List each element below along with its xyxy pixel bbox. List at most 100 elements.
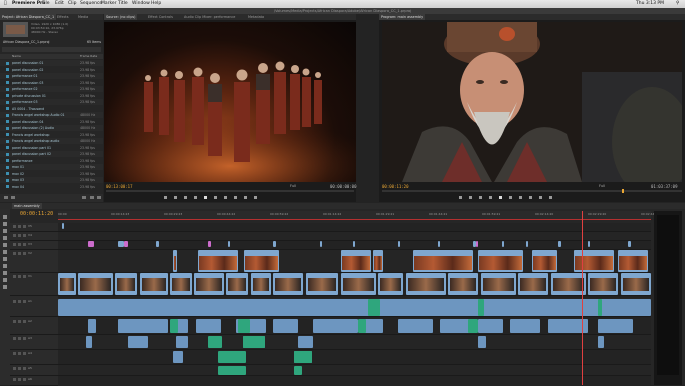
selection-tool-icon[interactable] (3, 215, 7, 219)
lock-icon[interactable] (18, 320, 21, 323)
adjustment-clip[interactable] (88, 241, 94, 247)
lock-icon[interactable] (18, 252, 21, 255)
toggle-output-icon[interactable] (13, 320, 16, 323)
project-item[interactable]: performance 01 23.98 fps (0, 73, 103, 80)
track-select-tool-icon[interactable] (3, 222, 7, 226)
audio-clip[interactable] (173, 351, 183, 363)
marker-clip[interactable] (398, 241, 400, 247)
project-item[interactable]: panel discussion part 02 23.98 fps (0, 151, 103, 158)
project-item[interactable]: performance 03 23.98 fps (0, 99, 103, 106)
project-item[interactable]: Francis angel workshop 23.98 fps (0, 132, 103, 138)
hand-tool-icon[interactable] (3, 278, 7, 282)
video-clip[interactable] (373, 250, 383, 272)
track-header[interactable]: A3 (10, 335, 58, 350)
go-to-in-icon[interactable] (184, 196, 187, 199)
work-area-bar[interactable] (58, 219, 651, 220)
audio-clip-alt[interactable] (218, 366, 246, 375)
audio-clip-highlight[interactable] (598, 299, 602, 316)
lock-icon[interactable] (18, 243, 21, 246)
lock-icon[interactable] (18, 275, 21, 278)
video-clip[interactable] (481, 273, 516, 295)
ripple-edit-tool-icon[interactable] (3, 229, 7, 233)
lock-icon[interactable] (18, 234, 21, 237)
audio-clip[interactable] (598, 336, 604, 348)
project-item[interactable]: panel discussion (2) Audio 48000 Hz (0, 125, 103, 132)
program-video-frame[interactable] (382, 22, 682, 182)
video-clip[interactable] (588, 273, 618, 295)
sync-icon[interactable] (23, 234, 26, 237)
audio-clip-alt[interactable] (294, 366, 302, 375)
source-video-frame[interactable] (104, 22, 356, 182)
track-header[interactable]: V5 (10, 223, 58, 232)
audio-clip[interactable] (478, 336, 486, 348)
step-forward-icon[interactable] (214, 196, 217, 199)
play-icon[interactable] (204, 196, 207, 199)
menu-clip[interactable]: Clip (68, 0, 77, 8)
marker-clip[interactable] (502, 241, 504, 247)
step-forward-icon[interactable] (509, 196, 512, 199)
tab-sequence[interactable]: main assembly (12, 203, 42, 209)
audio-clip[interactable] (176, 336, 188, 348)
video-clip[interactable] (306, 273, 338, 295)
mark-in-icon[interactable] (164, 196, 167, 199)
tab-effect-controls[interactable]: Effect Controls (146, 14, 175, 20)
rolling-edit-tool-icon[interactable] (3, 236, 7, 240)
tab-project[interactable]: Project: African Diaspora_CC_1 (0, 14, 57, 20)
mark-out-icon[interactable] (174, 196, 177, 199)
track-lane[interactable] (58, 223, 651, 232)
extract-icon[interactable] (539, 196, 542, 199)
export-frame-icon[interactable] (254, 196, 257, 199)
track-lane[interactable] (58, 232, 651, 241)
toggle-output-icon[interactable] (13, 243, 16, 246)
overwrite-icon[interactable] (244, 196, 247, 199)
sync-icon[interactable] (23, 225, 26, 228)
audio-clip-alt[interactable] (170, 319, 178, 333)
sync-icon[interactable] (23, 378, 26, 381)
program-playhead[interactable] (622, 189, 624, 193)
video-clip[interactable] (532, 250, 557, 272)
tab-audio-clip-mixer[interactable]: Audio Clip Mixer: performance (182, 14, 237, 20)
video-clip[interactable] (618, 250, 648, 272)
marker-clip[interactable] (526, 241, 528, 247)
tab-source[interactable]: Source: (no clips) (104, 14, 138, 20)
track-header[interactable]: A4 (10, 350, 58, 365)
mark-in-icon[interactable] (459, 196, 462, 199)
go-to-out-icon[interactable] (224, 196, 227, 199)
project-item[interactable]: panel discussion 04 23.98 fps (0, 119, 103, 125)
audio-clip-alt[interactable] (218, 351, 246, 363)
tab-program[interactable]: Program: main assembly (379, 14, 426, 20)
timeline-playhead[interactable] (582, 211, 583, 385)
sync-icon[interactable] (23, 337, 26, 340)
source-scrub-bar[interactable] (106, 190, 354, 192)
marker-clip[interactable] (588, 241, 590, 247)
marker-clip[interactable] (353, 241, 355, 247)
menu-marker[interactable]: Marker (101, 0, 117, 8)
video-clip[interactable] (551, 273, 586, 295)
toggle-output-icon[interactable] (13, 337, 16, 340)
audio-clip[interactable] (313, 319, 358, 333)
audio-clip[interactable] (88, 319, 96, 333)
track-header[interactable]: V2 (10, 250, 58, 273)
marker-clip[interactable] (438, 241, 440, 247)
project-item[interactable]: mov 03 23.98 fps (0, 177, 103, 184)
menu-file[interactable]: File (42, 0, 50, 8)
marker-clip[interactable] (156, 241, 159, 247)
video-clip[interactable] (273, 273, 303, 295)
video-clip[interactable] (448, 273, 478, 295)
toggle-output-icon[interactable] (13, 225, 16, 228)
menu-window[interactable]: Window (132, 0, 150, 8)
menu-edit[interactable]: Edit (55, 0, 64, 8)
audio-clip[interactable] (598, 319, 633, 333)
audio-clip-alt[interactable] (294, 351, 312, 363)
tab-effects[interactable]: Effects (55, 14, 71, 20)
project-item[interactable]: mov 01 23.98 fps (0, 164, 103, 171)
video-clip[interactable] (341, 250, 371, 272)
audio-clip-alt[interactable] (208, 336, 222, 348)
video-clip[interactable] (226, 273, 248, 295)
menu-clock[interactable]: Thu 3:13 PM (636, 0, 664, 8)
video-clip[interactable] (140, 273, 168, 295)
track-header[interactable]: A1 (10, 298, 58, 317)
project-search[interactable] (2, 47, 101, 52)
project-item[interactable]: Francis angel workshop Audio 01 48000 Hz (0, 112, 103, 119)
source-fit-dropdown[interactable]: Full (290, 184, 296, 188)
